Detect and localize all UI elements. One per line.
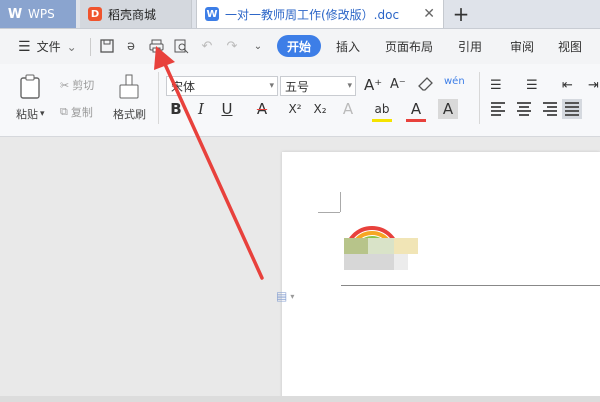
header-rule (341, 285, 600, 286)
format-painter-button[interactable]: 格式刷 (113, 106, 146, 122)
tab-daoke-mall[interactable]: D 稻壳商城 (80, 0, 192, 28)
grow-font-button[interactable]: A⁺ (364, 76, 382, 94)
tab-insert[interactable]: 插入 (336, 29, 360, 64)
font-name-value: 宋体 (171, 79, 196, 94)
tab-bar: W WPS D 稻壳商城 W 一对一教师周工作(修改版）.doc ✕ + (0, 0, 600, 29)
underline-button[interactable]: U (217, 99, 237, 119)
subscript-button[interactable]: X₂ (310, 99, 330, 119)
outdent-icon[interactable]: ⇥ (588, 78, 599, 93)
blurred-header-image (344, 238, 418, 270)
divider (90, 38, 91, 56)
tab-document-label: 一对一教师周工作(修改版）.doc (225, 7, 400, 22)
font-size-select[interactable]: 五号 ▾ (280, 76, 356, 96)
divider (158, 72, 159, 124)
paste-icon[interactable] (18, 74, 44, 102)
char-shading-button[interactable]: A (438, 99, 458, 119)
tab-reference[interactable]: 引用 (458, 29, 482, 64)
document-page[interactable] (282, 152, 600, 402)
hamburger-icon: ☰ (18, 38, 31, 55)
file-menu[interactable]: ☰ 文件 ⌄ (18, 29, 77, 64)
italic-button[interactable]: I (191, 99, 211, 119)
bold-button[interactable]: B (166, 99, 186, 119)
wps-logo-icon: W (7, 6, 23, 22)
chevron-down-icon: ▾ (269, 81, 274, 91)
dropdown-icon[interactable]: ⌄ (250, 38, 266, 54)
tab-wps[interactable]: W WPS (0, 0, 76, 28)
print-preview-icon[interactable] (173, 38, 189, 54)
print-icon[interactable] (148, 38, 164, 54)
new-tab-button[interactable]: + (450, 2, 472, 26)
font-size-value: 五号 (285, 79, 310, 94)
bullet-list-icon[interactable]: ☰ (490, 78, 502, 93)
menu-row: ☰ 文件 ⌄ ə ↶ ↷ ⌄ 开始 插入 页面布局 引用 审阅 视图 (0, 29, 600, 64)
copy-label: 复制 (70, 106, 93, 119)
undo-icon[interactable]: ↶ (199, 38, 215, 54)
tab-wps-label: WPS (28, 7, 55, 21)
tab-daoke-label: 稻壳商城 (108, 7, 157, 22)
align-center-icon[interactable] (515, 100, 533, 118)
eraser-icon[interactable] (418, 76, 434, 95)
scissors-icon: ✂ (60, 78, 70, 92)
paste-button[interactable]: 粘贴 ▾ (16, 106, 45, 122)
tab-review[interactable]: 审阅 (510, 29, 534, 64)
file-menu-label: 文件 (36, 40, 61, 54)
indent-icon[interactable]: ⇤ (562, 78, 573, 93)
margin-mark (318, 212, 340, 213)
chevron-down-icon: ▾ (290, 291, 295, 301)
horizontal-scrollbar[interactable] (0, 396, 600, 402)
numbered-list-icon[interactable]: ☰ (526, 78, 538, 93)
strikethrough-button[interactable]: A (252, 99, 272, 119)
tab-start[interactable]: 开始 (277, 35, 322, 57)
daoke-logo-icon: D (88, 7, 102, 21)
align-right-icon[interactable] (539, 100, 557, 118)
font-color-button[interactable]: A (406, 99, 426, 122)
font-name-select[interactable]: 宋体 ▾ (166, 76, 278, 96)
margin-mark (340, 192, 341, 212)
paste-label: 粘贴 (16, 108, 38, 121)
tab-document[interactable]: W 一对一教师周工作(修改版）.doc ✕ (196, 0, 444, 28)
align-justify-icon[interactable] (562, 99, 582, 119)
word-doc-icon: W (205, 7, 219, 21)
redo-icon[interactable]: ↷ (224, 38, 240, 54)
tab-view[interactable]: 视图 (558, 29, 582, 64)
superscript-button[interactable]: X² (285, 99, 305, 119)
tab-page-layout[interactable]: 页面布局 (385, 29, 433, 64)
phonetic-guide-button[interactable]: wén (444, 76, 465, 87)
save-icon[interactable] (99, 38, 115, 54)
document-icon: ▤ (276, 289, 288, 303)
align-left-icon[interactable] (491, 100, 509, 118)
chevron-down-icon: ⌄ (66, 39, 77, 54)
chevron-down-icon: ▾ (40, 109, 45, 119)
cut-label: 剪切 (72, 79, 95, 92)
close-icon[interactable]: ✕ (423, 6, 435, 22)
undo-like-icon[interactable]: ə (123, 38, 139, 54)
divider (479, 72, 480, 124)
text-effect-button[interactable]: A (338, 99, 358, 119)
copy-button[interactable]: ⧉ 复制 (60, 104, 93, 120)
paragraph-handle[interactable]: ▤ ▾ (276, 289, 294, 303)
shrink-font-button[interactable]: A⁻ (390, 77, 406, 92)
highlight-button[interactable]: ab (372, 99, 392, 122)
copy-icon: ⧉ (60, 105, 68, 118)
brush-icon[interactable] (118, 74, 142, 100)
cut-button[interactable]: ✂ 剪切 (60, 77, 94, 93)
chevron-down-icon: ▾ (347, 81, 352, 91)
